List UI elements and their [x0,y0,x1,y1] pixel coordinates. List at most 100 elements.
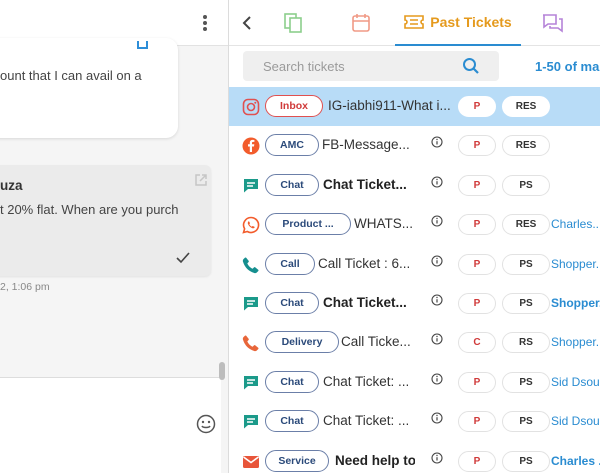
priority-badge: P [458,371,496,393]
delivered-check-icon [176,252,190,264]
priority-badge: P [458,411,496,433]
ticket-tag[interactable]: Call [265,252,315,275]
info-icon[interactable] [431,294,443,306]
ticket-row[interactable]: Chat Chat Ticket... P PSShopper... [229,284,600,323]
ticket-title[interactable]: FB-Message... [322,137,410,152]
ticket-tag[interactable]: Chat [265,410,319,433]
info-icon[interactable] [431,215,443,227]
ticket-title[interactable]: Need help to [335,453,415,468]
ticket-title[interactable]: Chat Ticket... [323,295,407,310]
ticket-tag[interactable]: Service [265,449,329,472]
ticket-search[interactable]: Search tickets [243,51,499,81]
ticket-tag[interactable]: Product ... [265,213,351,236]
ticket-tag[interactable]: Chat [265,291,319,314]
chat-icon [242,177,260,195]
status-badge: PS [502,450,550,472]
status-badge: PS [502,292,550,314]
ticket-icon [404,15,425,29]
status-badge: PS [502,253,550,275]
ticket-tag[interactable]: AMC [265,134,319,157]
priority-badge: P [458,96,496,117]
assignee-name[interactable]: Charles . [551,454,600,468]
ticket-row[interactable]: DeliveryCall Ticke... C RSShopper... [229,323,600,362]
info-icon[interactable] [431,176,443,188]
info-icon[interactable] [431,373,443,385]
status-badge: RES [502,96,550,117]
conversation-icon [543,14,563,33]
info-icon[interactable] [431,255,443,267]
ticket-title[interactable]: Chat Ticket: ... [323,413,409,428]
assignee-name[interactable]: Shopper... [551,257,600,271]
assignee-name[interactable]: Sid Dsou... [551,375,600,389]
phone-icon [242,334,260,352]
status-badge: PS [502,174,550,196]
ticket-row[interactable]: Service Need help to P PS Charles . [229,442,600,473]
search-icon[interactable] [462,57,480,75]
external-link-icon[interactable] [194,173,208,187]
priority-badge: P [458,174,496,196]
ticket-row[interactable]: Chat Chat Ticket: ... P PSSid Dsou... [229,363,600,402]
tab-copy[interactable] [277,0,309,46]
ticket-row[interactable]: Chat Chat Ticket... P PS [229,166,600,205]
whatsapp-icon [242,216,260,234]
tickets-panel: Past Tickets Search tickets 1-50 of ma I… [229,0,600,473]
priority-badge: P [458,450,496,472]
scrollbar-thumb[interactable] [219,362,225,380]
assignee-name[interactable]: Shopper... [551,296,600,310]
priority-badge: C [458,332,496,354]
ticket-row[interactable]: Chat Chat Ticket: ... P PSSid Dsou... [229,402,600,441]
ticket-tag[interactable]: Delivery [265,331,339,354]
ticket-title[interactable]: Call Ticket : 6... [318,256,410,271]
status-badge: PS [502,371,550,393]
priority-badge: P [458,292,496,314]
tab-calendar[interactable] [345,0,377,46]
status-badge: RES [502,135,550,157]
chat-icon [242,413,260,431]
message-text: ount that I can avail on a [0,68,142,83]
status-badge: RS [502,332,550,354]
pagination-label[interactable]: 1-50 of ma [535,59,599,74]
calendar-icon [352,14,370,32]
search-input[interactable]: Search tickets [263,59,345,74]
ticket-title[interactable]: Call Ticke... [341,334,411,349]
chevron-left-icon [242,16,251,30]
message-marker-icon [137,41,148,49]
more-options-icon[interactable] [199,12,211,34]
phone-icon [242,256,260,274]
assignee-name[interactable]: Sid Dsou... [551,414,600,428]
info-icon[interactable] [431,333,443,345]
ticket-row[interactable]: AMC FB-Message... P RES [229,126,600,165]
panel-tabs: Past Tickets [229,0,600,46]
tab-conversations[interactable] [537,0,569,46]
priority-badge: P [458,214,496,236]
chat-icon [242,374,260,392]
tab-past-tickets[interactable]: Past Tickets [395,0,521,46]
message-composer[interactable] [0,377,221,473]
ticket-row[interactable]: Product ... WHATS... P RES Charles... [229,205,600,244]
ticket-title[interactable]: WHATS... [354,216,413,231]
info-icon[interactable] [431,136,443,148]
outgoing-message: uza t 20% flat. When are you purch [0,165,211,276]
assignee-name[interactable]: Charles... [551,217,600,231]
ticket-tag[interactable]: Chat [265,173,319,196]
ticket-row[interactable]: Inbox IG-iabhi911-What i... P RES [229,87,600,127]
ticket-row[interactable]: CallCall Ticket : 6... P PSShopper... [229,245,600,284]
ticket-tag[interactable]: Chat [265,370,319,393]
ticket-list: Inbox IG-iabhi911-What i... P RES AMC FB-Mess… [229,87,600,473]
facebook-icon [242,137,260,155]
ticket-title[interactable]: IG-iabhi911-What i... [328,98,450,113]
assignee-name[interactable]: Shopper... [551,335,600,349]
ticket-tag[interactable]: Inbox [265,95,323,117]
info-icon[interactable] [431,412,443,424]
email-icon [242,453,260,471]
priority-badge: P [458,135,496,157]
chat-pane: ount that I can avail on a uza t 20% fla… [0,0,229,473]
message-text: t 20% flat. When are you purch [0,202,179,217]
info-icon[interactable] [431,451,443,464]
back-button[interactable] [235,0,259,46]
ticket-title[interactable]: Chat Ticket: ... [323,374,409,389]
message-timestamp: 2, 1:06 pm [0,281,50,293]
emoji-icon[interactable] [196,414,216,434]
ticket-title[interactable]: Chat Ticket... [323,177,407,192]
incoming-message: ount that I can avail on a [0,38,178,138]
